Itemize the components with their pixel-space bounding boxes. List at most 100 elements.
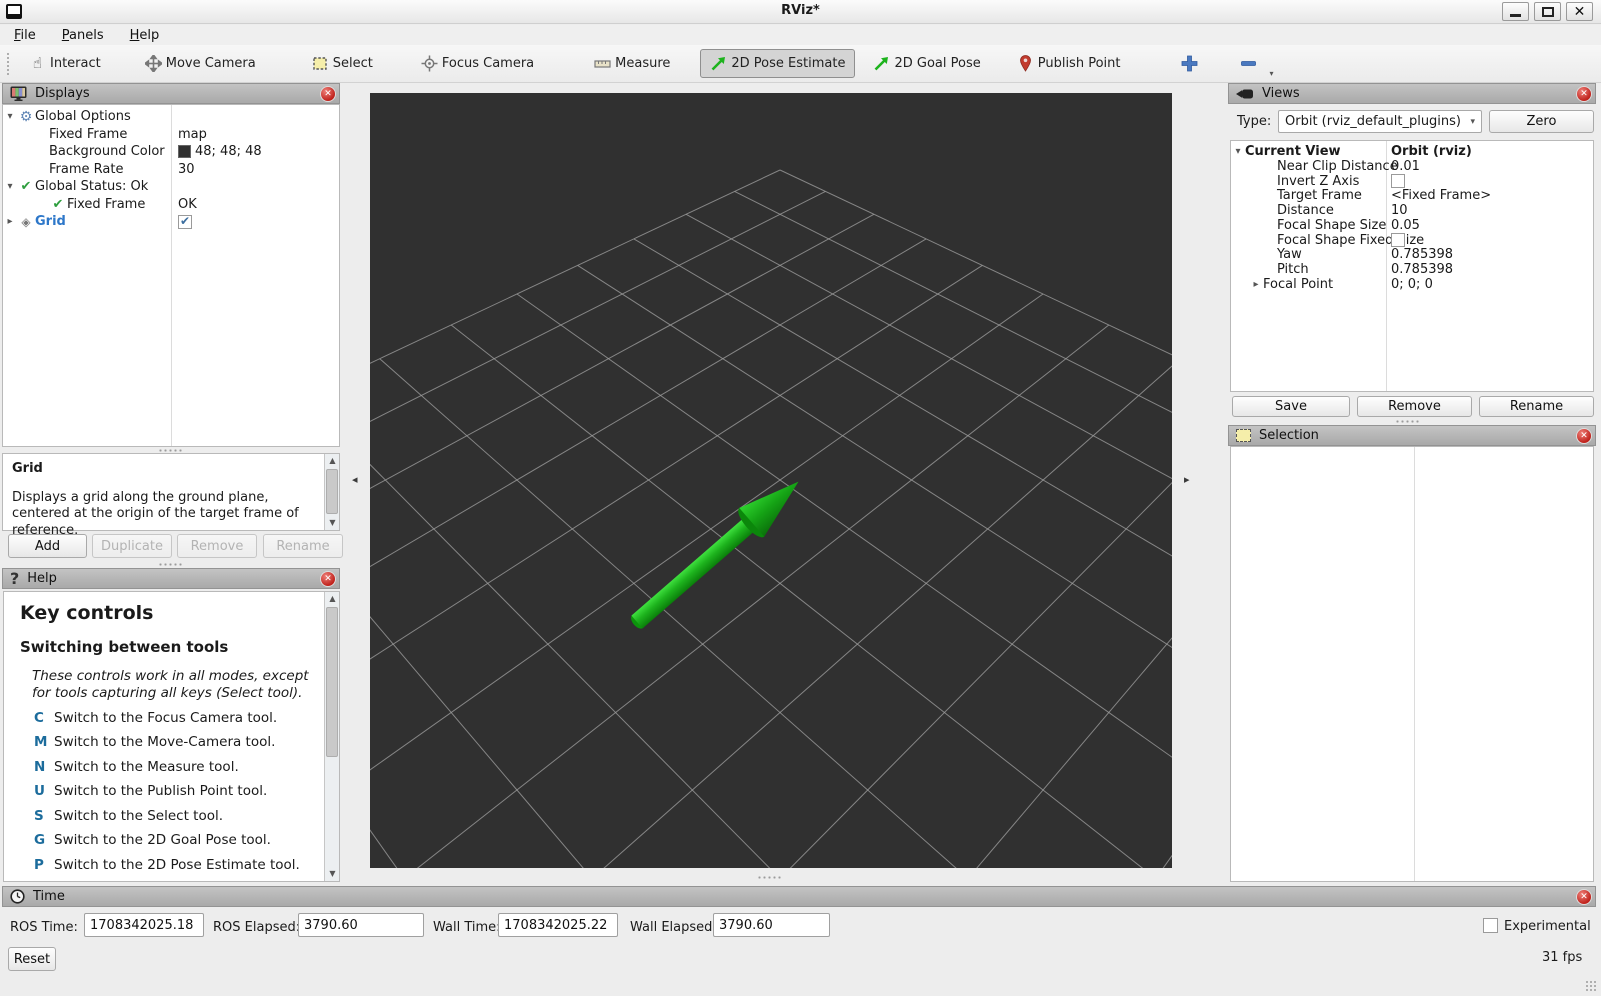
menu-panels[interactable]: Panels [62,28,104,43]
expander-icon[interactable]: ▸ [3,216,17,227]
views-close-icon[interactable]: ✕ [1576,86,1592,102]
tree-value[interactable] [1391,174,1405,188]
tree-row-distance[interactable]: Distance 10 [1231,203,1593,218]
collapse-right-panel-icon[interactable]: ▸ [1184,471,1194,489]
save-view-button[interactable]: Save [1232,396,1350,417]
remove-tool-button[interactable]: ▾ [1229,50,1268,77]
view-type-combobox[interactable]: Orbit (rviz_default_plugins) ▾ [1278,110,1482,133]
tree-value[interactable] [1391,233,1405,247]
scroll-down-icon[interactable]: ▼ [325,867,340,881]
expander-icon[interactable]: ▾ [3,181,17,192]
tree-value[interactable]: 0.785398 [1391,247,1453,262]
tree-row-background-color[interactable]: Background Color 48; 48; 48 [3,143,339,161]
tree-value[interactable]: <Fixed Frame> [1391,188,1491,203]
tree-row-current-view[interactable]: ▾ Current View Orbit (rviz) [1231,144,1593,159]
remove-view-button[interactable]: Remove [1357,396,1472,417]
splitter-handle[interactable] [1395,419,1421,424]
tool-focus-camera[interactable]: Focus Camera [411,49,544,78]
tree-row-near-clip[interactable]: Near Clip Distance 0.01 [1231,159,1593,174]
help-close-icon[interactable]: ✕ [320,571,336,587]
views-panel-header[interactable]: Views ✕ [1228,83,1596,104]
scroll-up-icon[interactable]: ▲ [325,454,340,468]
tree-row-global-status[interactable]: ▾ ✔ Global Status: Ok [3,178,339,196]
3d-viewport[interactable] [370,93,1172,868]
tool-interact[interactable]: ☝ Interact [19,49,111,78]
minimize-button[interactable] [1502,2,1529,21]
tree-row-invert-z[interactable]: Invert Z Axis [1231,174,1593,189]
collapse-left-panel-icon[interactable]: ◂ [352,471,362,489]
window-resize-grip[interactable] [1585,980,1597,992]
focal-shape-fixed-checkbox[interactable] [1391,233,1405,247]
viewport-canvas[interactable] [370,93,1172,868]
selection-content[interactable] [1230,446,1594,882]
remove-button[interactable]: Remove [177,534,257,558]
scroll-thumb[interactable] [326,607,338,757]
tree-value[interactable]: 0.05 [1391,218,1420,233]
rename-view-button[interactable]: Rename [1479,396,1594,417]
menu-help[interactable]: Help [130,28,160,43]
tree-row-focal-point[interactable]: ▸ Focal Point 0; 0; 0 [1231,277,1593,292]
grid-enabled-checkbox[interactable] [178,215,192,229]
tree-row-fixed-frame[interactable]: Fixed Frame map [3,126,339,144]
scroll-up-icon[interactable]: ▲ [325,592,340,606]
tree-row-target-frame[interactable]: Target Frame <Fixed Frame> [1231,188,1593,203]
rename-button[interactable]: Rename [263,534,343,558]
add-button[interactable]: Add [8,534,87,558]
tool-select[interactable]: Select [302,49,383,78]
splitter-handle[interactable] [757,875,783,880]
duplicate-button[interactable]: Duplicate [92,534,172,558]
expander-icon[interactable]: ▸ [1249,279,1263,290]
column-divider[interactable] [1414,447,1415,881]
tree-value[interactable]: 48; 48; 48 [178,144,262,159]
views-tree[interactable]: ▾ Current View Orbit (rviz) Near Clip Di… [1230,140,1594,392]
selection-close-icon[interactable]: ✕ [1576,428,1592,444]
tree-value[interactable]: 0.785398 [1391,262,1453,277]
tree-row-focal-shape-size[interactable]: Focal Shape Size 0.05 [1231,218,1593,233]
tree-value[interactable] [178,215,192,229]
tool-2d-goal-pose[interactable]: 2D Goal Pose [863,49,990,78]
tree-value[interactable]: 0; 0; 0 [1391,277,1433,292]
tool-measure[interactable]: Measure [584,49,680,78]
wall-time-input[interactable] [498,913,618,937]
displays-tree[interactable]: ▾ ⚙ Global Options Fixed Frame map Backg… [2,104,340,447]
expander-icon[interactable]: ▾ [1231,146,1245,157]
zero-button[interactable]: Zero [1489,110,1594,133]
tool-move-camera[interactable]: Move Camera [135,49,266,78]
tree-row-frame-rate[interactable]: Frame Rate 30 [3,161,339,179]
maximize-button[interactable] [1534,2,1561,21]
reset-button[interactable]: Reset [8,947,56,971]
invert-z-checkbox[interactable] [1391,174,1405,188]
chevron-down-icon[interactable]: ▾ [1269,69,1273,78]
menu-file[interactable]: File [14,28,36,43]
tree-value[interactable]: 30 [178,162,195,177]
description-scrollbar[interactable]: ▲ ▼ [324,454,339,530]
expander-icon[interactable]: ▾ [3,111,17,122]
experimental-checkbox[interactable] [1483,918,1498,933]
tool-publish-point[interactable]: Publish Point [1007,49,1131,78]
wall-elapsed-input[interactable] [713,913,830,937]
tree-value[interactable]: 0.01 [1391,159,1420,174]
help-scrollbar[interactable]: ▲ ▼ [324,592,339,881]
tree-row-focal-shape-fixed[interactable]: Focal Shape Fixed Size [1231,233,1593,248]
scroll-down-icon[interactable]: ▼ [325,516,340,530]
displays-close-icon[interactable]: ✕ [320,86,336,102]
ros-time-input[interactable] [84,913,204,937]
ros-elapsed-input[interactable] [298,913,424,937]
tree-row-global-options[interactable]: ▾ ⚙ Global Options [3,108,339,126]
displays-panel-header[interactable]: Displays ✕ [2,83,340,104]
time-close-icon[interactable]: ✕ [1576,889,1592,905]
toolbar-drag-handle[interactable] [6,52,11,76]
selection-panel-header[interactable]: Selection ✕ [1228,425,1596,446]
tree-row-yaw[interactable]: Yaw 0.785398 [1231,248,1593,263]
tree-value[interactable]: 10 [1391,203,1408,218]
tool-2d-pose-estimate[interactable]: 2D Pose Estimate [700,49,855,78]
tree-row-grid[interactable]: ▸ ◈ Grid [3,213,339,231]
tree-row-pitch[interactable]: Pitch 0.785398 [1231,262,1593,277]
close-button[interactable]: ✕ [1566,2,1593,21]
scroll-thumb[interactable] [326,469,338,514]
help-panel-header[interactable]: ? Help ✕ [2,568,340,589]
time-panel-header[interactable]: Time ✕ [2,886,1596,907]
tree-value[interactable]: map [178,127,207,142]
splitter-handle[interactable] [158,562,184,567]
tree-row-status-fixed-frame[interactable]: ✔ Fixed Frame OK [3,196,339,214]
